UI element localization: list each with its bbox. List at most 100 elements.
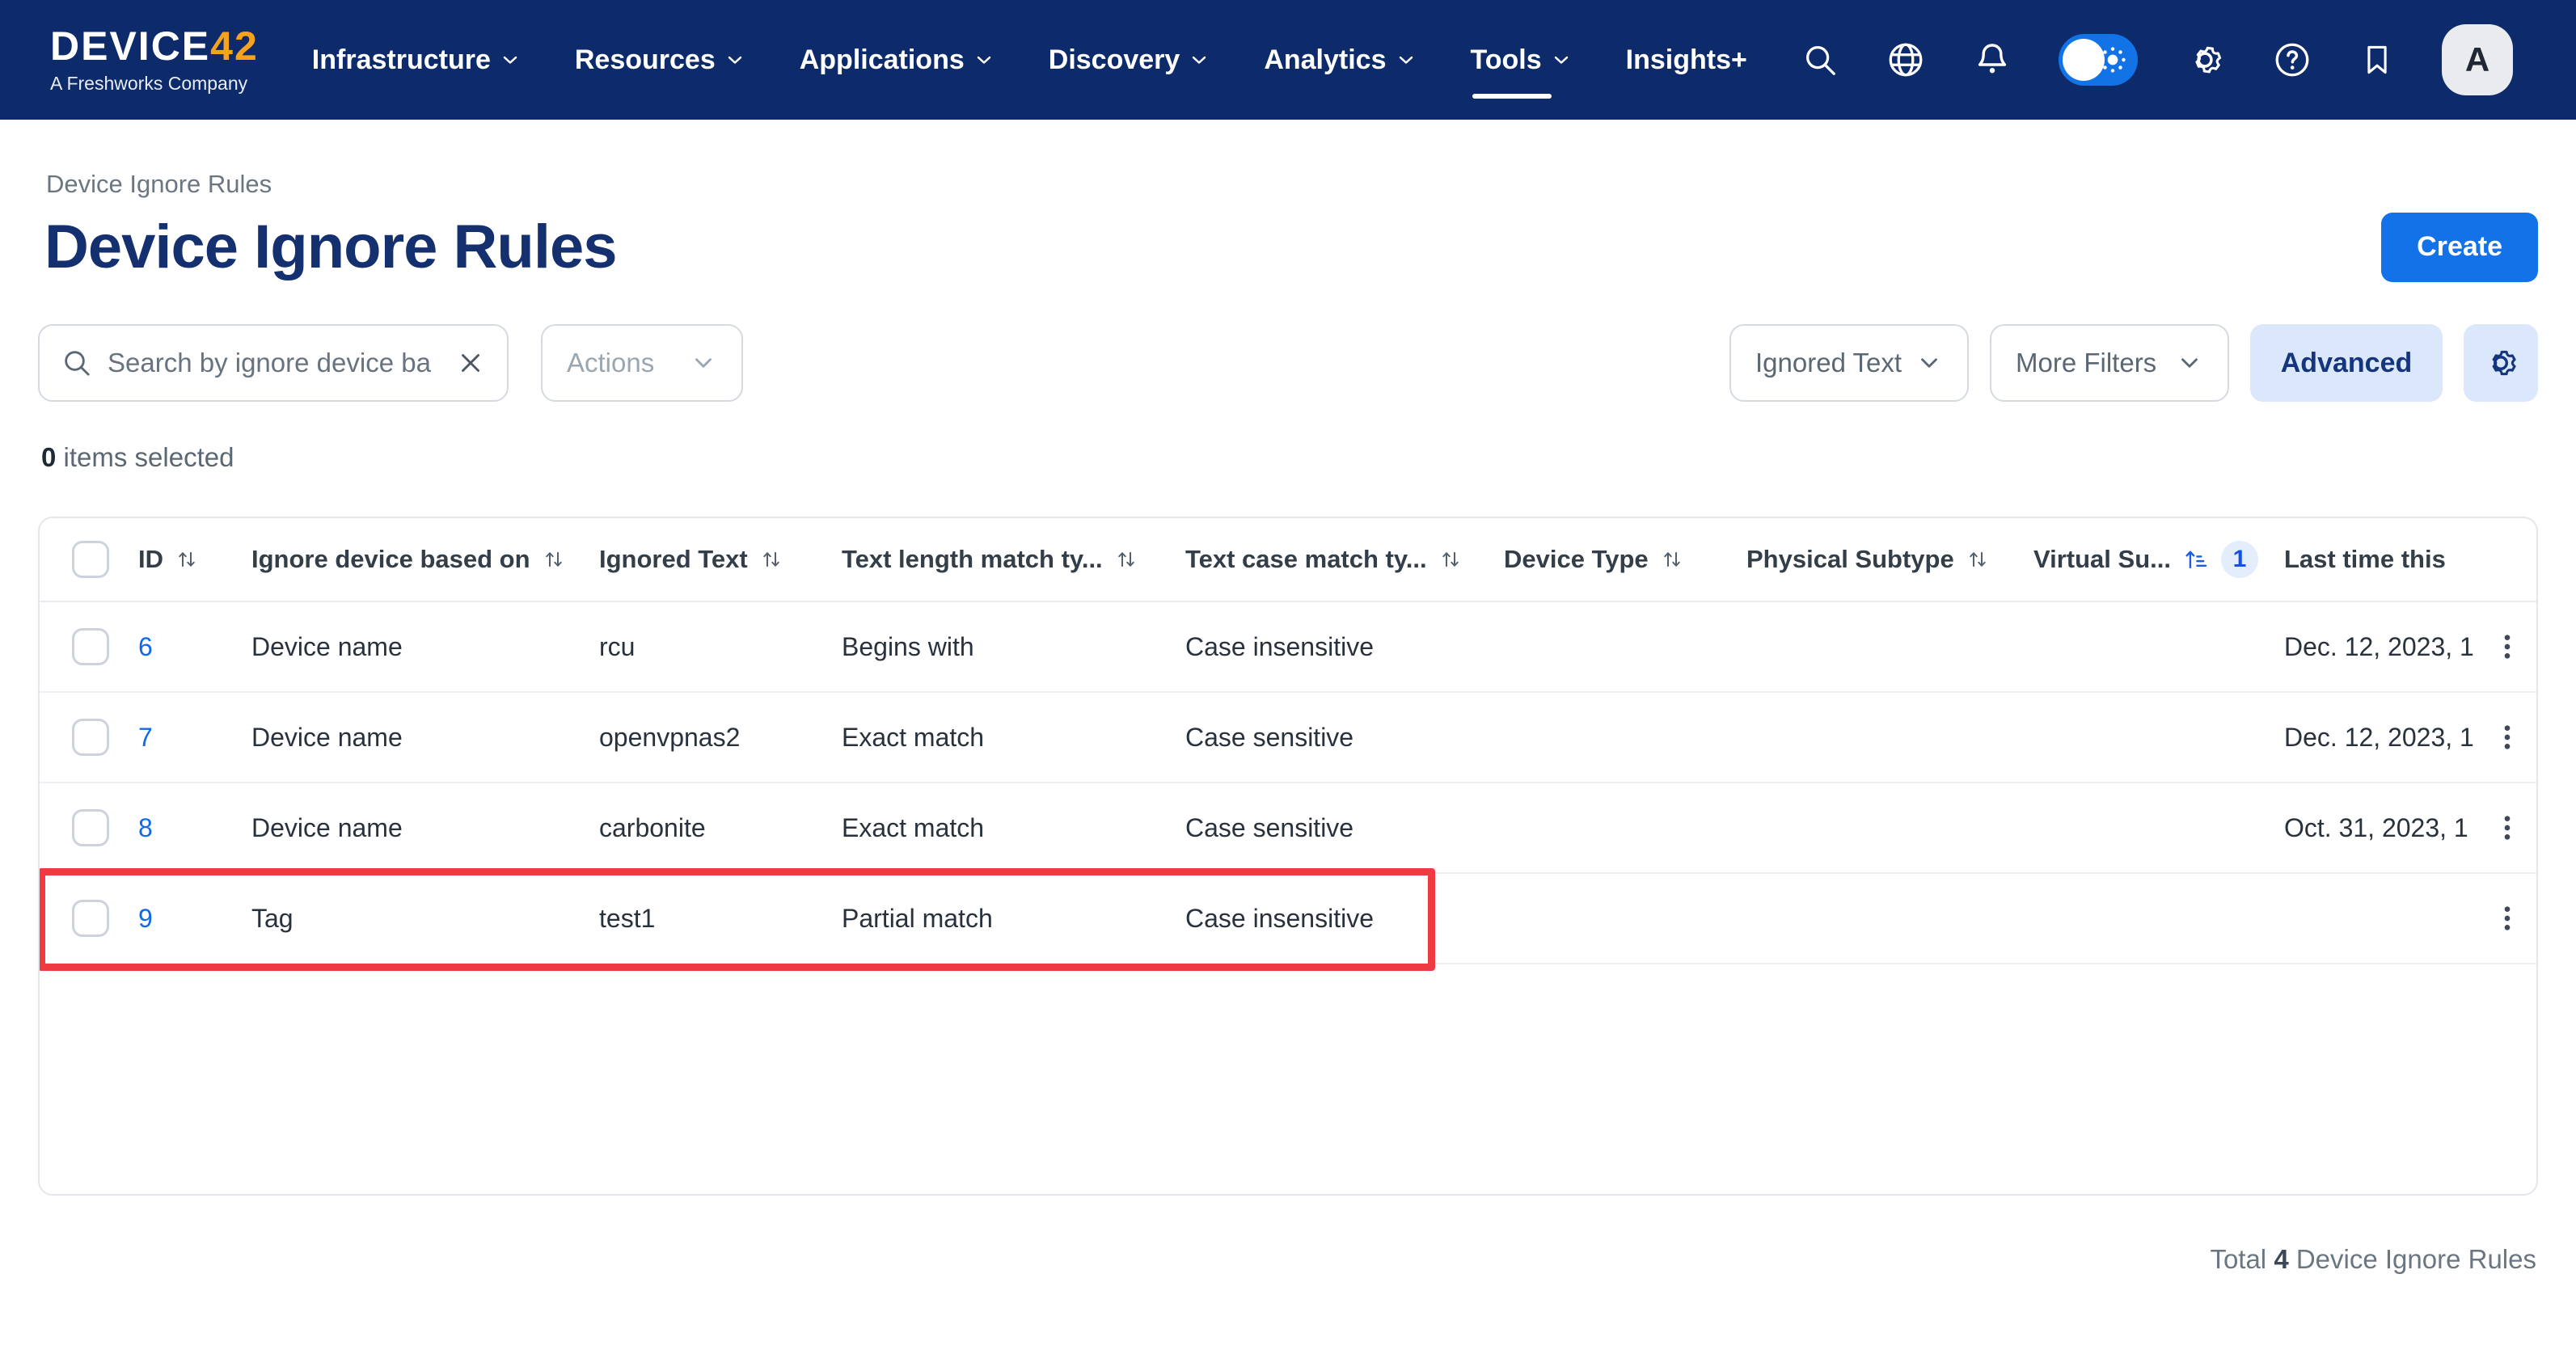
chevron-down-icon <box>499 49 522 71</box>
cell-ignored-text: rcu <box>599 632 842 662</box>
search-input[interactable] <box>108 348 441 378</box>
bell-icon[interactable] <box>1973 40 2012 79</box>
advanced-button[interactable]: Advanced <box>2250 324 2443 402</box>
column-header-virtual-su[interactable]: Virtual Su... 1 <box>2033 541 2284 578</box>
cell-length-match: Begins with <box>842 632 1185 662</box>
table-settings-button[interactable] <box>2464 324 2538 402</box>
search-box[interactable] <box>38 324 509 402</box>
sun-icon <box>2097 44 2128 75</box>
cell-case-match: Case insensitive <box>1185 632 1504 662</box>
kebab-menu-icon <box>2491 721 2523 753</box>
column-header-device-type[interactable]: Device Type <box>1504 545 1746 574</box>
help-icon[interactable] <box>2272 40 2312 80</box>
column-header-ignored-text[interactable]: Ignored Text <box>599 545 842 574</box>
cell-based-on: Tag <box>251 904 599 934</box>
cell-based-on: Device name <box>251 632 599 662</box>
cell-length-match: Exact match <box>842 813 1185 843</box>
menu-item-discovery[interactable]: Discovery <box>1049 0 1211 120</box>
menu-item-infrastructure[interactable]: Infrastructure <box>312 0 522 120</box>
sort-order-badge: 1 <box>2221 541 2258 578</box>
menu-item-label: Insights+ <box>1626 44 1747 76</box>
row-checkbox[interactable] <box>72 719 109 756</box>
row-checkbox[interactable] <box>72 900 109 937</box>
table-row-9[interactable]: 9Tagtest1Partial matchCase insensitive <box>40 874 2536 964</box>
clear-icon[interactable] <box>455 348 486 378</box>
bookmark-icon[interactable] <box>2359 42 2395 78</box>
cell-based-on: Device name <box>251 813 599 843</box>
logo-accent-42: 42 <box>210 23 259 69</box>
table-row-8[interactable]: 8Device namecarboniteExact matchCase sen… <box>40 783 2536 874</box>
top-navbar: DEVICE42 A Freshworks Company Infrastruc… <box>0 0 2576 120</box>
menu-item-label: Infrastructure <box>312 44 491 76</box>
cell-case-match: Case insensitive <box>1185 904 1504 934</box>
sort-icon <box>1966 547 1990 572</box>
chevron-down-icon <box>724 49 746 71</box>
menu-item-tools[interactable]: Tools <box>1471 0 1573 120</box>
gear-icon[interactable] <box>2185 40 2225 80</box>
device42-logo[interactable]: DEVICE42 A Freshworks Company <box>50 26 259 95</box>
menu-item-label: Discovery <box>1049 44 1180 76</box>
column-label: Ignored Text <box>599 545 748 574</box>
menu-item-resources[interactable]: Resources <box>575 0 746 120</box>
chevron-down-icon <box>2176 349 2203 377</box>
column-header-text-length-match-ty[interactable]: Text length match ty... <box>842 545 1185 574</box>
column-header-last-time-this[interactable]: Last time this <box>2284 545 2491 574</box>
row-id-link[interactable]: 9 <box>138 904 251 934</box>
menu-item-label: Resources <box>575 44 716 76</box>
table-row-6[interactable]: 6Device namercuBegins withCase insensiti… <box>40 602 2536 693</box>
device-ignore-rules-table: IDIgnore device based onIgnored Text Text… <box>38 517 2538 1196</box>
actions-dropdown[interactable]: Actions <box>541 324 743 402</box>
chevron-down-icon <box>1188 49 1210 71</box>
column-header-ignore-device-based-on[interactable]: Ignore device based on <box>251 545 599 574</box>
selection-status: 0 items selected <box>38 442 2538 473</box>
menu-item-label: Applications <box>800 44 965 76</box>
row-actions-menu[interactable] <box>2491 631 2523 663</box>
cell-ignored-text: carbonite <box>599 813 842 843</box>
table-header-row: IDIgnore device based onIgnored Text Text… <box>40 518 2536 602</box>
breadcrumb[interactable]: Device Ignore Rules <box>38 170 2538 199</box>
row-checkbox[interactable] <box>72 628 109 665</box>
globe-icon[interactable] <box>1886 40 1926 80</box>
create-button[interactable]: Create <box>2381 213 2538 282</box>
chevron-down-icon <box>1915 349 1943 377</box>
row-actions-menu[interactable] <box>2491 812 2523 844</box>
table-total: Total 4 Device Ignore Rules <box>38 1244 2538 1275</box>
sort-icon <box>1660 547 1684 572</box>
avatar[interactable]: A <box>2442 24 2513 95</box>
chevron-down-icon <box>1395 49 1417 71</box>
row-id-link[interactable]: 7 <box>138 723 251 753</box>
menu-item-applications[interactable]: Applications <box>800 0 995 120</box>
ignored-text-filter-dropdown[interactable]: Ignored Text <box>1729 324 1969 402</box>
search-icon[interactable] <box>1801 41 1839 78</box>
logo-text: DEVICE42 <box>50 26 259 66</box>
selected-suffix: items selected <box>56 442 234 472</box>
sort-icon <box>1114 547 1138 572</box>
sort-icon <box>542 547 566 572</box>
more-filters-label: More Filters <box>2016 348 2156 378</box>
row-id-link[interactable]: 8 <box>138 813 251 843</box>
row-id-link[interactable]: 6 <box>138 632 251 662</box>
column-header-id[interactable]: ID <box>138 545 251 574</box>
column-header-physical-subtype[interactable]: Physical Subtype <box>1746 545 2033 574</box>
select-all-checkbox[interactable] <box>72 541 109 578</box>
column-label: Virtual Su... <box>2033 545 2171 574</box>
cell-case-match: Case sensitive <box>1185 723 1504 753</box>
cell-length-match: Exact match <box>842 723 1185 753</box>
row-actions-menu[interactable] <box>2491 721 2523 753</box>
row-actions-menu[interactable] <box>2491 902 2523 934</box>
cell-length-match: Partial match <box>842 904 1185 934</box>
cell-ignored-text: test1 <box>599 904 842 934</box>
row-checkbox[interactable] <box>72 809 109 846</box>
cell-ignored-text: openvpnas2 <box>599 723 842 753</box>
total-count: 4 <box>2274 1244 2288 1274</box>
menu-item-insights[interactable]: Insights+ <box>1626 0 1747 120</box>
cell-last-time: Oct. 31, 2023, 1 <box>2284 813 2491 843</box>
menu-item-analytics[interactable]: Analytics <box>1264 0 1417 120</box>
theme-toggle[interactable] <box>2059 34 2138 86</box>
column-header-text-case-match-ty[interactable]: Text case match ty... <box>1185 545 1504 574</box>
table-row-7[interactable]: 7Device nameopenvpnas2Exact matchCase se… <box>40 693 2536 783</box>
more-filters-dropdown[interactable]: More Filters <box>1990 324 2229 402</box>
menu-item-label: Analytics <box>1264 44 1386 76</box>
chevron-down-icon <box>973 49 995 71</box>
avatar-letter: A <box>2465 40 2489 79</box>
